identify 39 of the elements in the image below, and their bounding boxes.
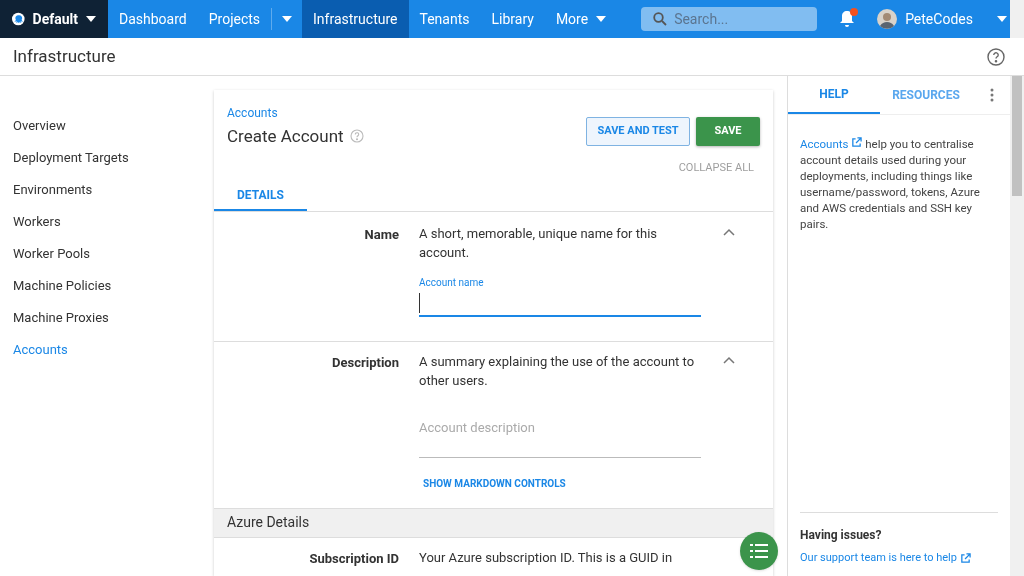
tab[interactable]: HELP — [788, 76, 880, 114]
sidebar-item[interactable]: Deployment Targets — [0, 142, 214, 174]
nav-tab[interactable]: Dashboard — [108, 0, 198, 38]
nav-tab[interactable]: Library — [480, 0, 545, 38]
description-field[interactable]: Account description — [419, 417, 701, 458]
sidebar-item[interactable]: Environments — [0, 174, 214, 206]
support-link[interactable]: Our support team is here to help — [800, 550, 971, 567]
breadcrumb-link[interactable]: Accounts — [227, 104, 586, 122]
footer-title: Having issues? — [800, 527, 883, 544]
save-button[interactable]: SAVE — [696, 117, 760, 146]
sidebar-item[interactable]: Machine Proxies — [0, 302, 214, 334]
nav-tab[interactable]: Projects — [197, 0, 272, 38]
tab[interactable]: RESOURCES — [880, 76, 972, 114]
save-and-test-button[interactable]: SAVE AND TEST — [586, 117, 690, 146]
field-label: Name — [363, 225, 400, 244]
user-menu[interactable]: PeteCodes — [877, 8, 1007, 30]
field-label: Subscription ID — [308, 549, 400, 568]
field-label: Description — [331, 353, 400, 372]
show-markdown-controls-link[interactable]: SHOW MARKDOWN CONTROLS — [423, 475, 566, 491]
nav-tab[interactable]: Infrastructure — [302, 0, 409, 38]
field-description: Your Azure subscription ID. This is a GUID in — [419, 548, 674, 567]
field-description: A short, memorable, unique name for this account. — [419, 224, 658, 262]
nav-tab[interactable]: More — [544, 0, 618, 38]
section-title: Azure Details — [227, 513, 310, 532]
sidebar-item[interactable]: Machine Policies — [0, 270, 214, 302]
account-name-field[interactable]: Account name — [419, 274, 701, 317]
sidebar-item[interactable]: Accounts — [0, 334, 214, 366]
page-title: Infrastructure — [13, 44, 116, 68]
collapse-all-button[interactable]: COLLAPSE ALL — [678, 160, 754, 177]
tab[interactable]: DETAILS — [214, 180, 307, 211]
nav-tab[interactable]: Tenants — [408, 0, 481, 38]
help-text: Accounts help you to centralise account details used during your deployments, including things like username/password, tokens, Azure and AWS credentials and SSH key pairs. — [799, 136, 981, 232]
card-title: Create Account — [227, 125, 344, 148]
field-description: A summary explaining the use of the account to other users. — [419, 352, 696, 390]
accounts-link[interactable]: Accounts — [800, 137, 863, 151]
sidebar-item[interactable]: Worker Pools — [0, 238, 214, 270]
sidebar-item[interactable]: Overview — [0, 110, 214, 142]
space-switcher[interactable]: Default — [0, 0, 108, 38]
sidebar-item[interactable]: Workers — [0, 206, 214, 238]
